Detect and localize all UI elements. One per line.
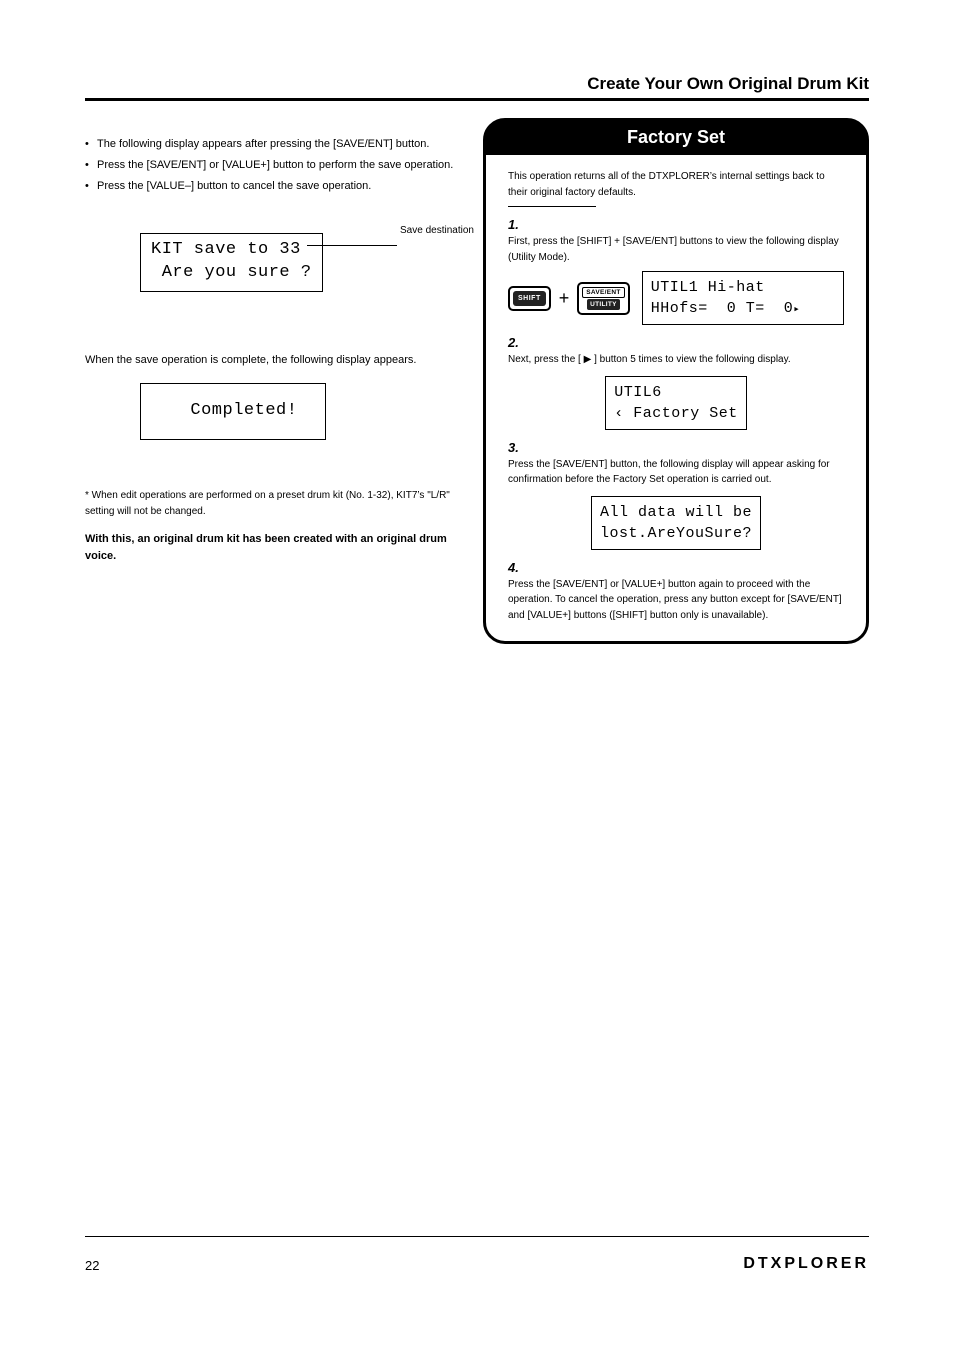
- label: Save destination: [400, 225, 474, 236]
- lcd-line: ‹ Factory Set: [614, 403, 738, 424]
- lcd-screen: UTIL6 ‹ Factory Set: [605, 376, 747, 430]
- lcd-line: Completed!: [169, 400, 297, 423]
- step-num-text: 2.: [508, 335, 519, 350]
- left-column: •The following display appears after pre…: [85, 136, 475, 575]
- bullet-item: •Press the [VALUE–] button to cancel the…: [85, 178, 475, 195]
- footer-logo: DTXPLORER: [743, 1255, 869, 1273]
- shift-button: SHIFT: [508, 286, 551, 311]
- factory-set-panel: Factory Set This operation returns all o…: [483, 118, 869, 644]
- header-rule: [85, 98, 869, 101]
- closing-text: With this, an original drum kit has been…: [85, 531, 475, 565]
- panel-intro: This operation returns all of the DTXPLO…: [486, 155, 866, 206]
- right-column: Factory Set This operation returns all o…: [483, 118, 869, 644]
- lcd-line: KIT save to 33: [151, 239, 312, 262]
- lcd-line: Are you sure ?: [151, 262, 312, 285]
- lcd-screen: UTIL1 Hi-hat HHofs= 0 T= 0▸: [642, 271, 844, 325]
- lcd-line: All data will be: [600, 502, 752, 523]
- body-text: Press the [SAVE/ENT] or [VALUE+] button …: [97, 157, 453, 174]
- footer-rule: [85, 1236, 869, 1237]
- plus-icon: +: [559, 288, 570, 309]
- page-number: 22: [85, 1258, 99, 1273]
- bullet-item: •The following display appears after pre…: [85, 136, 475, 153]
- step-rule: [508, 206, 596, 207]
- step-number: 4.: [508, 560, 844, 575]
- panel-title: Factory Set: [485, 120, 867, 155]
- step-number: 1.: [508, 217, 844, 232]
- page-header: Create Your Own Original Drum Kit: [587, 74, 869, 94]
- save-ent-label: SAVE/ENT: [582, 287, 624, 298]
- step-number: 3.: [508, 440, 844, 455]
- bullet-item: •Press the [SAVE/ENT] or [VALUE+] button…: [85, 157, 475, 174]
- lcd-line: UTIL1 Hi-hat: [651, 277, 835, 298]
- save-utility-button: SAVE/ENT UTILITY: [577, 282, 629, 315]
- note-text: * When edit operations are performed on …: [85, 488, 475, 519]
- lcd-line: HHofs= 0 T= 0▸: [651, 298, 835, 319]
- lcd-screen: All data will be lost.AreYouSure?: [591, 496, 761, 550]
- step-text: Press the [SAVE/ENT] or [VALUE+] button …: [486, 577, 866, 624]
- utility-label: UTILITY: [587, 299, 620, 310]
- button-row: SHIFT + SAVE/ENT UTILITY UTIL1 Hi-hat HH…: [486, 265, 866, 329]
- lcd-line: lost.AreYouSure?: [600, 523, 752, 544]
- lcd-line: UTIL6: [614, 382, 738, 403]
- step-text: First, press the [SHIFT] + [SAVE/ENT] bu…: [486, 234, 866, 265]
- shift-label: SHIFT: [513, 291, 546, 306]
- leader-line: [307, 245, 397, 246]
- body-text: The following display appears after pres…: [97, 136, 429, 153]
- lcd-screen: Completed!: [140, 383, 326, 440]
- body-text: Press the [VALUE–] button to cancel the …: [97, 178, 371, 195]
- step-text: Press the [SAVE/ENT] button, the followi…: [486, 457, 866, 488]
- body-text: When the save operation is complete, the…: [85, 352, 475, 369]
- step-number: 2.: [508, 335, 844, 350]
- lcd-screen: KIT save to 33 Are you sure ?: [140, 233, 323, 292]
- step-text: Next, press the [ ▶ ] button 5 times to …: [486, 352, 866, 368]
